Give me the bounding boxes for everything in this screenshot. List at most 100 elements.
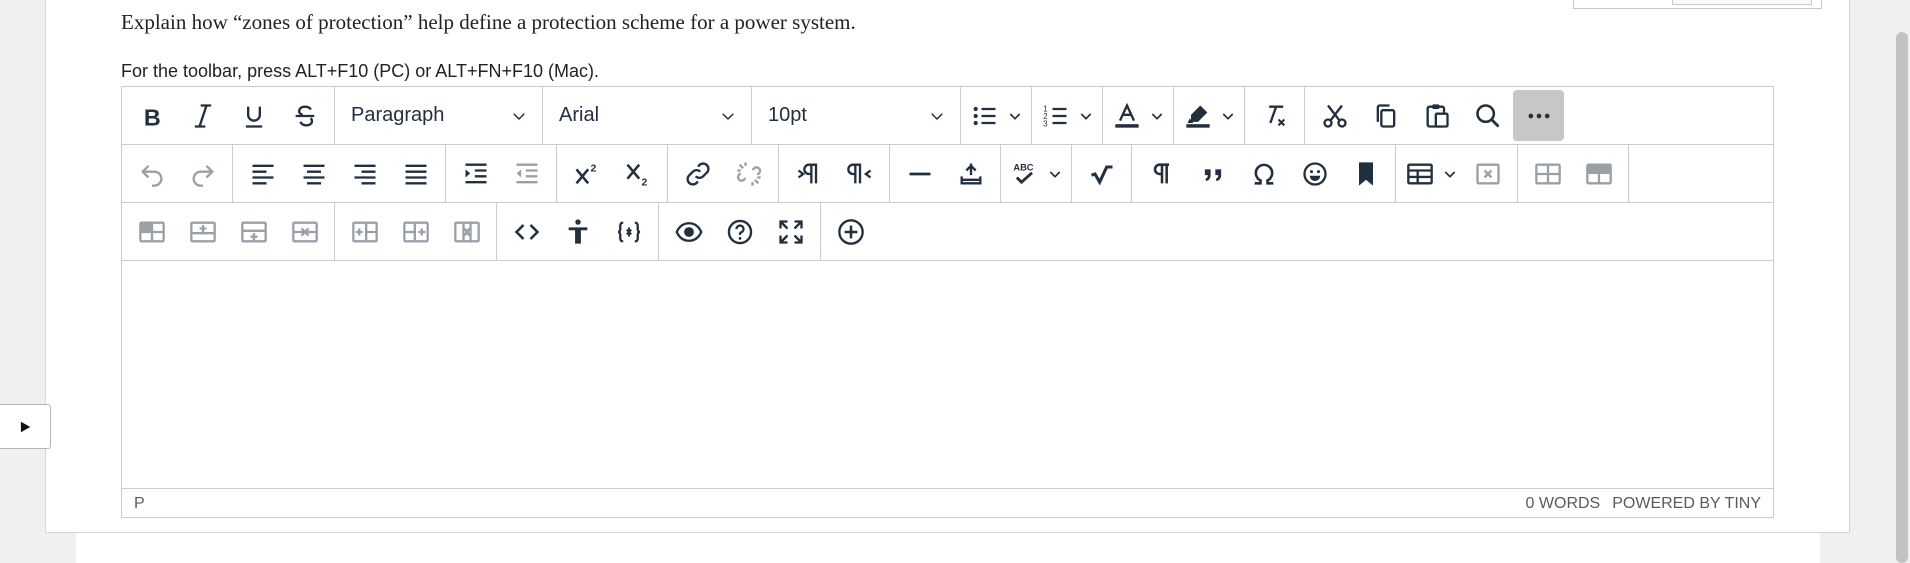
quote-icon: [1204, 168, 1221, 181]
svg-text:2: 2: [641, 176, 647, 187]
indent-group: [446, 145, 557, 202]
clear-format-group: [1245, 87, 1305, 144]
horizontal-line-icon: [909, 172, 930, 175]
help-button[interactable]: [714, 206, 765, 257]
code-group: [497, 203, 659, 260]
curly-braces-icon: [617, 221, 640, 242]
insert-row-before-button[interactable]: [177, 206, 228, 257]
numbered-list-button[interactable]: 123: [1036, 90, 1098, 141]
template-placeholder-button[interactable]: [603, 206, 654, 257]
chevron-down-icon: [931, 112, 943, 120]
editor-content-area[interactable]: [122, 262, 1773, 488]
show-blocks-button[interactable]: [1136, 148, 1187, 199]
page-break-icon: [960, 163, 981, 184]
block-format-select[interactable]: Paragraph: [335, 87, 543, 144]
align-justify-button[interactable]: [390, 148, 441, 199]
copy-button[interactable]: [1360, 90, 1411, 141]
insert-column-before-icon: [351, 221, 378, 242]
word-count[interactable]: 0 WORDS: [1526, 495, 1601, 513]
preview-button[interactable]: [663, 206, 714, 257]
table-props-group: [1518, 145, 1629, 202]
play-button[interactable]: [0, 404, 51, 449]
highlight-color-button[interactable]: [1178, 90, 1240, 141]
more-horizontal-icon: [1528, 113, 1549, 118]
insert-column-after-button[interactable]: [390, 206, 441, 257]
help-icon: [727, 219, 752, 244]
align-left-button[interactable]: [237, 148, 288, 199]
scrollbar-thumb[interactable]: [1896, 32, 1908, 563]
align-center-icon: [303, 164, 324, 184]
align-right-button[interactable]: [339, 148, 390, 199]
question-text: Explain how “zones of protection” help d…: [121, 10, 856, 34]
blockquote-button[interactable]: [1187, 148, 1238, 199]
special-character-button[interactable]: [1238, 148, 1289, 199]
superscript-button[interactable]: 2: [561, 148, 612, 199]
bullet-list-button[interactable]: [965, 90, 1027, 141]
horizontal-line-button[interactable]: [894, 148, 945, 199]
omega-icon: [1254, 163, 1273, 185]
row-properties-button[interactable]: [1573, 148, 1624, 199]
insert-row-after-button[interactable]: [228, 206, 279, 257]
points-input[interactable]: [1672, 0, 1812, 5]
font-family-select[interactable]: Arial: [543, 87, 752, 144]
align-justify-icon: [405, 164, 426, 184]
toolbar-row-1: B Paragraph Arial 10pt 1 2 3: [122, 87, 1773, 145]
highlight-color-group: [1174, 87, 1245, 144]
subscript-button[interactable]: 2: [612, 148, 663, 199]
table-properties-button[interactable]: [1522, 148, 1573, 199]
cut-button[interactable]: [1309, 90, 1360, 141]
highlighter-icon: [1186, 105, 1210, 128]
italic-button[interactable]: [177, 90, 228, 141]
rich-text-editor: B Paragraph Arial 10pt 1 2 3 2 2 ABC P 0…: [121, 86, 1774, 518]
rtl-button[interactable]: [834, 148, 885, 199]
spellcheck-button[interactable]: ABC: [1005, 148, 1067, 199]
table-cell-group: [122, 203, 335, 260]
chevron-down-icon: [1222, 112, 1234, 120]
unlink-button[interactable]: [723, 148, 774, 199]
paste-button[interactable]: [1411, 90, 1462, 141]
left-to-right-icon: [797, 163, 817, 183]
align-right-icon: [354, 164, 375, 184]
bold-icon: B: [143, 104, 160, 130]
ltr-button[interactable]: [783, 148, 834, 199]
undo-icon: [140, 164, 162, 187]
element-path[interactable]: P: [134, 495, 145, 513]
more-options-button[interactable]: [1513, 90, 1564, 141]
indent-button[interactable]: [450, 148, 501, 199]
insert-group: [890, 145, 1001, 202]
delete-row-button[interactable]: [279, 206, 330, 257]
bold-button[interactable]: B: [126, 90, 177, 141]
outdent-button[interactable]: [501, 148, 552, 199]
math-equation-button[interactable]: [1076, 148, 1127, 199]
redo-button[interactable]: [177, 148, 228, 199]
undo-button[interactable]: [126, 148, 177, 199]
find-replace-button[interactable]: [1462, 90, 1513, 141]
chevron-down-icon: [722, 112, 734, 120]
text-style-group: B: [122, 87, 335, 144]
underline-button[interactable]: [228, 90, 279, 141]
font-size-select[interactable]: 10pt: [752, 87, 961, 144]
redo-icon: [192, 164, 214, 187]
cell-properties-button[interactable]: [126, 206, 177, 257]
insert-column-before-button[interactable]: [339, 206, 390, 257]
table-button[interactable]: [1400, 148, 1462, 199]
powered-by-link[interactable]: POWERED BY TINY: [1612, 495, 1761, 513]
accessibility-checker-button[interactable]: [552, 206, 603, 257]
insert-link-button[interactable]: [672, 148, 723, 199]
clear-formatting-button[interactable]: [1249, 90, 1300, 141]
page-break-button[interactable]: [945, 148, 996, 199]
chevron-down-icon: [513, 112, 525, 120]
emoticons-button[interactable]: [1289, 148, 1340, 199]
unlink-icon: [736, 161, 761, 186]
align-center-button[interactable]: [288, 148, 339, 199]
bullet-list-group: [961, 87, 1032, 144]
source-code-button[interactable]: [501, 206, 552, 257]
strikethrough-icon: [295, 104, 314, 127]
strikethrough-button[interactable]: [279, 90, 330, 141]
fullscreen-button[interactable]: [765, 206, 816, 257]
delete-column-button[interactable]: [441, 206, 492, 257]
bookmark-button[interactable]: [1340, 148, 1391, 199]
add-content-button[interactable]: [825, 206, 876, 257]
text-color-button[interactable]: [1107, 90, 1169, 141]
delete-table-button[interactable]: [1462, 148, 1513, 199]
